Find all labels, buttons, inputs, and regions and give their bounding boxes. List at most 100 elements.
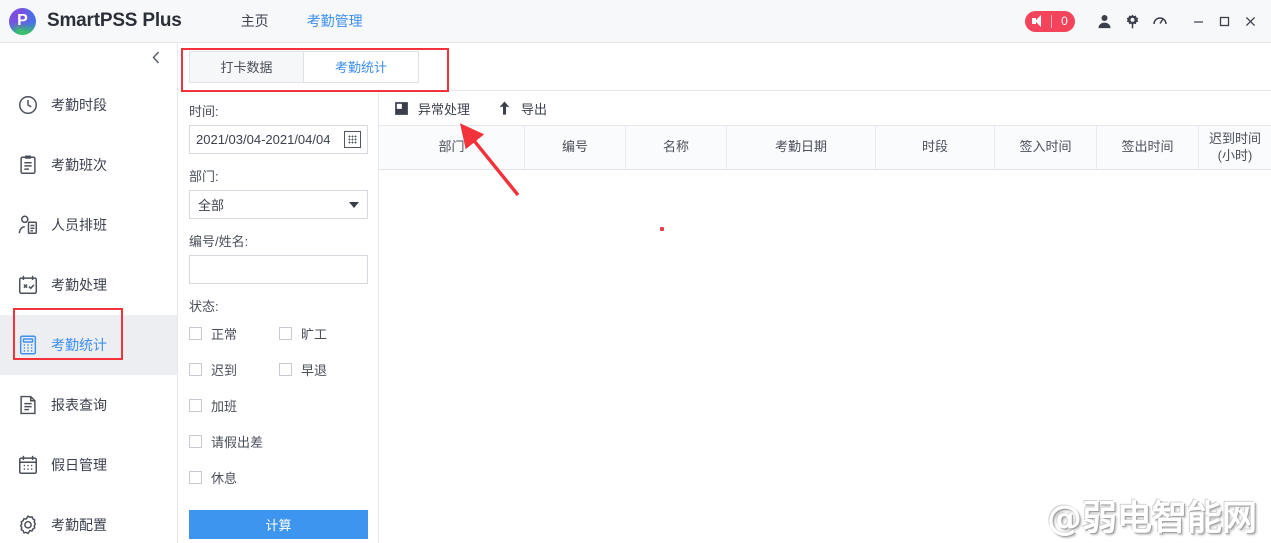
column-header-period[interactable]: 时段 <box>876 126 995 169</box>
main-nav: 主页 考勤管理 <box>222 0 382 43</box>
checkbox-box[interactable] <box>189 435 202 448</box>
clipboard-icon <box>14 151 42 179</box>
close-button[interactable] <box>1237 8 1263 34</box>
app-title: SmartPSS Plus <box>47 10 182 31</box>
calendar-check-icon <box>14 271 42 299</box>
title-bar: SmartPSS Plus 主页 考勤管理 0 <box>0 0 1271 43</box>
table-body <box>379 170 1271 543</box>
gear-icon[interactable] <box>1119 8 1145 34</box>
minimize-button[interactable] <box>1185 8 1211 34</box>
calendar-icon <box>14 451 42 479</box>
speedometer-icon[interactable] <box>1147 8 1173 34</box>
column-header-number[interactable]: 编号 <box>525 126 626 169</box>
table-toolbar: 异常处理 导出 <box>379 91 1271 126</box>
department-filter-label: 部门: <box>189 169 219 184</box>
cursor-marker <box>660 227 664 231</box>
column-header-department[interactable]: 部门 <box>379 126 525 169</box>
chevron-left-icon <box>152 50 160 64</box>
checkbox-late[interactable]: 迟到 <box>189 360 279 379</box>
department-select[interactable]: 全部 <box>189 190 368 219</box>
sidebar-item-label: 考勤时段 <box>51 97 107 113</box>
sidebar-menu: 考勤时段 考勤班次 人员排班 考勤处理 考勤统计 报表查询 假日管理 考勤配置 <box>0 71 177 543</box>
sidebar-item-label: 考勤配置 <box>51 517 107 533</box>
department-value: 全部 <box>198 198 225 213</box>
checkbox-label: 休息 <box>211 471 238 486</box>
checkbox-label: 请假出差 <box>211 435 264 450</box>
sidebar-item-attendance-shift[interactable]: 考勤班次 <box>0 135 177 195</box>
checkbox-normal[interactable]: 正常 <box>189 324 279 343</box>
person-schedule-icon <box>14 211 42 239</box>
tab-bar: 打卡数据 考勤统计 <box>178 43 1271 91</box>
nav-item-attendance-management[interactable]: 考勤管理 <box>288 0 382 43</box>
export-button[interactable]: 导出 <box>496 99 547 118</box>
toolbar-label: 异常处理 <box>418 101 471 117</box>
report-icon <box>14 391 42 419</box>
content-panes: 时间: 2021/03/04-2021/04/04 部门: 全部 编号/姓名: <box>178 91 1271 543</box>
checkbox-box[interactable] <box>189 471 202 484</box>
alarm-badge[interactable]: 0 <box>1025 10 1075 32</box>
checkbox-overtime[interactable]: 加班 <box>189 396 370 415</box>
column-header-checkout-time[interactable]: 签出时间 <box>1097 126 1199 169</box>
app-logo-area: SmartPSS Plus <box>0 7 182 35</box>
table-panel: 异常处理 导出 部门 编号 名称 考勤日期 时段 签入时间 签出时间 迟到时间 … <box>379 91 1271 543</box>
date-range-value: 2021/03/04-2021/04/04 <box>196 132 331 147</box>
speaker-icon <box>1032 15 1045 28</box>
nav-item-home[interactable]: 主页 <box>222 0 288 43</box>
calendar-icon[interactable] <box>344 131 361 148</box>
checkbox-label: 迟到 <box>211 363 238 378</box>
filter-panel: 时间: 2021/03/04-2021/04/04 部门: 全部 编号/姓名: <box>178 91 379 543</box>
sidebar-collapse-button[interactable] <box>0 43 177 71</box>
maximize-button[interactable] <box>1211 8 1237 34</box>
document-edit-icon <box>393 100 410 117</box>
sidebar-item-label: 人员排班 <box>51 217 107 233</box>
column-header-late-hours[interactable]: 迟到时间 (小时) <box>1199 126 1271 169</box>
calculate-button[interactable]: 计算 <box>189 510 368 539</box>
chevron-down-icon <box>349 201 359 208</box>
tab-punch-data[interactable]: 打卡数据 <box>189 50 304 83</box>
sidebar: 考勤时段 考勤班次 人员排班 考勤处理 考勤统计 报表查询 假日管理 考勤配置 <box>0 43 178 543</box>
checkbox-box[interactable] <box>279 363 292 376</box>
table-header-row: 部门 编号 名称 考勤日期 时段 签入时间 签出时间 迟到时间 (小时) <box>379 126 1271 170</box>
checkbox-rest[interactable]: 休息 <box>189 468 370 487</box>
smartpss-logo-icon <box>9 7 36 35</box>
checkbox-leave-business-trip[interactable]: 请假出差 <box>189 432 370 451</box>
column-header-attendance-date[interactable]: 考勤日期 <box>727 126 876 169</box>
sidebar-item-personnel-scheduling[interactable]: 人员排班 <box>0 195 177 255</box>
name-filter: 编号/姓名: <box>189 231 368 284</box>
tab-attendance-statistics[interactable]: 考勤统计 <box>304 50 419 83</box>
exception-handling-button[interactable]: 异常处理 <box>393 99 470 118</box>
sidebar-item-label: 假日管理 <box>51 457 107 473</box>
application-window: SmartPSS Plus 主页 考勤管理 0 <box>0 0 1271 543</box>
date-range-input[interactable]: 2021/03/04-2021/04/04 <box>189 125 368 154</box>
department-filter: 部门: 全部 <box>189 166 368 219</box>
checkbox-box[interactable] <box>189 327 202 340</box>
user-icon[interactable] <box>1091 8 1117 34</box>
status-filter-label: 状态: <box>189 299 219 314</box>
export-arrow-icon <box>496 100 513 117</box>
checkbox-early-leave[interactable]: 早退 <box>279 360 369 379</box>
sidebar-item-attendance-config[interactable]: 考勤配置 <box>0 495 177 543</box>
name-input[interactable] <box>189 255 368 284</box>
sidebar-item-attendance-period[interactable]: 考勤时段 <box>0 75 177 135</box>
clock-icon <box>14 91 42 119</box>
sidebar-item-label: 考勤处理 <box>51 277 107 293</box>
column-header-checkin-time[interactable]: 签入时间 <box>995 126 1097 169</box>
checkbox-box[interactable] <box>279 327 292 340</box>
window-controls <box>1185 8 1263 34</box>
calculator-icon <box>14 331 42 359</box>
checkbox-box[interactable] <box>189 399 202 412</box>
time-filter-label: 时间: <box>189 104 219 119</box>
checkbox-label: 加班 <box>211 399 238 414</box>
column-header-name[interactable]: 名称 <box>626 126 727 169</box>
time-filter: 时间: 2021/03/04-2021/04/04 <box>189 101 368 154</box>
sidebar-item-holiday-management[interactable]: 假日管理 <box>0 435 177 495</box>
sidebar-item-label: 考勤统计 <box>51 337 107 353</box>
name-filter-label: 编号/姓名: <box>189 234 249 249</box>
sidebar-item-report-query[interactable]: 报表查询 <box>0 375 177 435</box>
divider <box>1051 14 1052 28</box>
titlebar-right-controls: 0 <box>1025 0 1271 43</box>
checkbox-box[interactable] <box>189 363 202 376</box>
checkbox-absent[interactable]: 旷工 <box>279 324 369 343</box>
sidebar-item-attendance-processing[interactable]: 考勤处理 <box>0 255 177 315</box>
sidebar-item-attendance-statistics[interactable]: 考勤统计 <box>0 315 177 375</box>
